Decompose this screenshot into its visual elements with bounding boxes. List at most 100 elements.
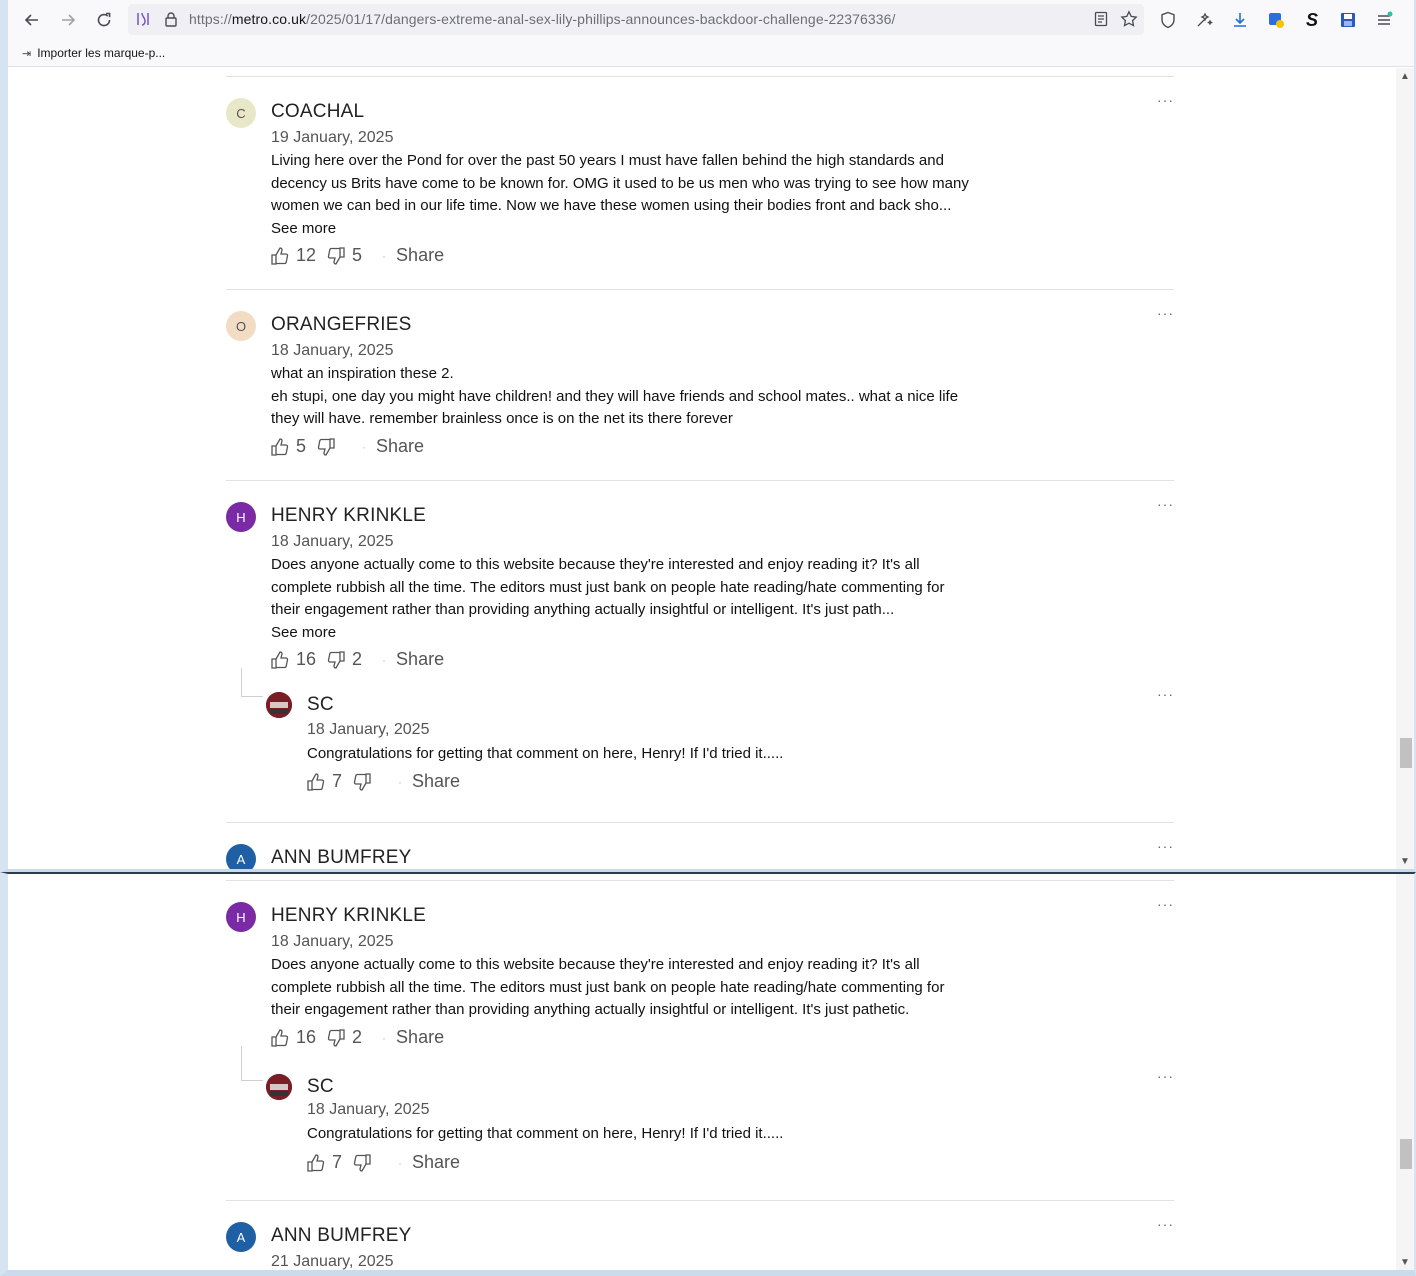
thumbs-down-icon[interactable]: [326, 246, 348, 266]
avatar[interactable]: A: [226, 1222, 256, 1252]
thumbs-down-icon[interactable]: [316, 437, 338, 457]
forward-button[interactable]: [51, 3, 85, 37]
more-options-button[interactable]: ···: [1157, 305, 1174, 321]
comment-date: 19 January, 2025: [271, 129, 394, 146]
comment-line: they will have. remember brainless once …: [271, 410, 733, 427]
menu-icon[interactable]: [1373, 9, 1395, 31]
thumbs-up-icon[interactable]: [270, 650, 292, 670]
avatar-sc[interactable]: [266, 1074, 292, 1100]
thumbs-up-icon[interactable]: [270, 246, 292, 266]
scroll-up-arrow[interactable]: ▲: [1396, 68, 1414, 84]
more-options-button[interactable]: ···: [1157, 496, 1174, 512]
s-extension-icon[interactable]: S: [1301, 9, 1323, 31]
comment-body: Does anyone actually come to this websit…: [271, 554, 981, 622]
scroll-thumb[interactable]: [1400, 1139, 1412, 1169]
url-host: metro.co.uk: [231, 11, 307, 27]
comment-actions: 12 5 · Share: [270, 245, 444, 266]
comment-author[interactable]: ORANGEFRIES: [271, 314, 412, 336]
comments-section: H HENRY KRINKLE 18 January, 2025 Does an…: [8, 874, 1392, 1270]
more-options-button[interactable]: ···: [1157, 1068, 1174, 1084]
comment-separator: [226, 1200, 1174, 1201]
see-more-link[interactable]: See more: [271, 220, 336, 237]
save-icon[interactable]: [1337, 9, 1359, 31]
scroll-down-arrow[interactable]: ▼: [1396, 853, 1414, 869]
tracking-icon[interactable]: [132, 8, 154, 30]
comment-author[interactable]: HENRY KRINKLE: [271, 505, 426, 527]
avatar-sc[interactable]: [266, 692, 292, 718]
comment-separator: [226, 822, 1174, 823]
comment-line: their engagement rather than providing a…: [271, 1001, 910, 1018]
separator-dot: ·: [398, 774, 403, 789]
comment-line: complete rubbish all the time. The edito…: [271, 978, 945, 996]
thumbs-down-icon[interactable]: [326, 1028, 348, 1048]
thumbs-up-icon[interactable]: [306, 1153, 328, 1173]
shield-icon[interactable]: [1157, 9, 1179, 31]
scroll-down-arrow[interactable]: ▼: [1396, 1254, 1414, 1270]
url-bar[interactable]: https://metro.co.uk/2025/01/17/dangers-e…: [128, 4, 1144, 35]
vpn-icon[interactable]: [1265, 9, 1287, 31]
reply-sc: SC 18 January, 2025 Congratulations for …: [262, 1068, 1174, 1192]
url-path: /2025/01/17/dangers-extreme-anal-sex-lil…: [306, 11, 896, 27]
thumbs-down-icon[interactable]: [352, 772, 374, 792]
thumbs-up-icon[interactable]: [270, 1028, 292, 1048]
forward-arrow-icon: [62, 14, 76, 26]
thumbs-down-icon[interactable]: [326, 650, 348, 670]
avatar[interactable]: O: [226, 311, 256, 341]
avatar[interactable]: A: [226, 844, 256, 869]
download-icon[interactable]: [1229, 9, 1251, 31]
comment-author[interactable]: SC: [307, 1076, 334, 1098]
share-button[interactable]: Share: [376, 436, 424, 457]
comment-line: Living here over the Pond for over the p…: [271, 152, 944, 169]
comment-ann-bumfrey: A ANN BUMFREY 21 January, 2025 ···: [226, 1216, 1174, 1270]
comment-coachal: C COACHAL 19 January, 2025 Living here o…: [226, 92, 1174, 296]
thumbs-up-icon[interactable]: [270, 437, 292, 457]
page-scrollbar[interactable]: ▲ ▼: [1396, 68, 1414, 869]
avatar[interactable]: H: [226, 502, 256, 532]
comment-line: what an inspiration these 2.: [271, 365, 454, 382]
comment-author[interactable]: HENRY KRINKLE: [271, 905, 426, 927]
browser-window-top: https://metro.co.uk/2025/01/17/dangers-e…: [0, 0, 1416, 872]
share-button[interactable]: Share: [412, 771, 460, 792]
comment-line: their engagement rather than providing a…: [271, 601, 895, 618]
like-count: 16: [296, 649, 317, 669]
comment-author[interactable]: ANN BUMFREY: [271, 847, 412, 869]
comment-author[interactable]: ANN BUMFREY: [271, 1225, 412, 1247]
comment-line: complete rubbish all the time. The edito…: [271, 578, 945, 596]
url-text[interactable]: https://metro.co.uk/2025/01/17/dangers-e…: [189, 11, 896, 27]
page-scrollbar[interactable]: ▼: [1396, 874, 1414, 1270]
comment-author[interactable]: COACHAL: [271, 101, 364, 123]
like-count: 7: [332, 1152, 343, 1172]
extension-icon[interactable]: [1193, 9, 1215, 31]
reload-button[interactable]: [87, 3, 121, 37]
more-options-button[interactable]: ···: [1157, 92, 1174, 108]
more-options-button[interactable]: ···: [1157, 838, 1174, 854]
share-button[interactable]: Share: [396, 1027, 444, 1048]
share-button[interactable]: Share: [396, 245, 444, 266]
share-button[interactable]: Share: [412, 1152, 460, 1173]
avatar[interactable]: H: [226, 902, 256, 932]
back-button[interactable]: [15, 3, 49, 37]
import-bookmarks-link[interactable]: Importer les marque-p...: [37, 46, 165, 60]
more-options-button[interactable]: ···: [1157, 1216, 1174, 1232]
avatar[interactable]: C: [226, 98, 256, 128]
comment-line: decency us Brits have come to be known f…: [271, 174, 969, 192]
comment-date: 18 January, 2025: [307, 721, 430, 738]
share-button[interactable]: Share: [396, 649, 444, 670]
url-prefix: https://: [189, 11, 232, 27]
scroll-thumb[interactable]: [1400, 738, 1412, 768]
reader-view-icon[interactable]: [1090, 8, 1112, 30]
dislike-count: 5: [352, 245, 363, 265]
like-count: 16: [296, 1027, 317, 1047]
thumbs-up-icon[interactable]: [306, 772, 328, 792]
thumbs-down-icon[interactable]: [352, 1153, 374, 1173]
see-more-link[interactable]: See more: [271, 624, 336, 641]
reply-thread-line: [241, 668, 242, 696]
comment-author[interactable]: SC: [307, 694, 334, 716]
comment-actions: 16 2 · Share: [270, 1027, 444, 1048]
bookmark-star-icon[interactable]: [1118, 8, 1140, 30]
more-options-button[interactable]: ···: [1157, 686, 1174, 702]
comment-ann-bumfrey: A ANN BUMFREY ···: [226, 838, 1174, 869]
more-options-button[interactable]: ···: [1157, 896, 1174, 912]
lock-icon[interactable]: [160, 8, 182, 30]
comment-line: Does anyone actually come to this websit…: [271, 556, 920, 573]
